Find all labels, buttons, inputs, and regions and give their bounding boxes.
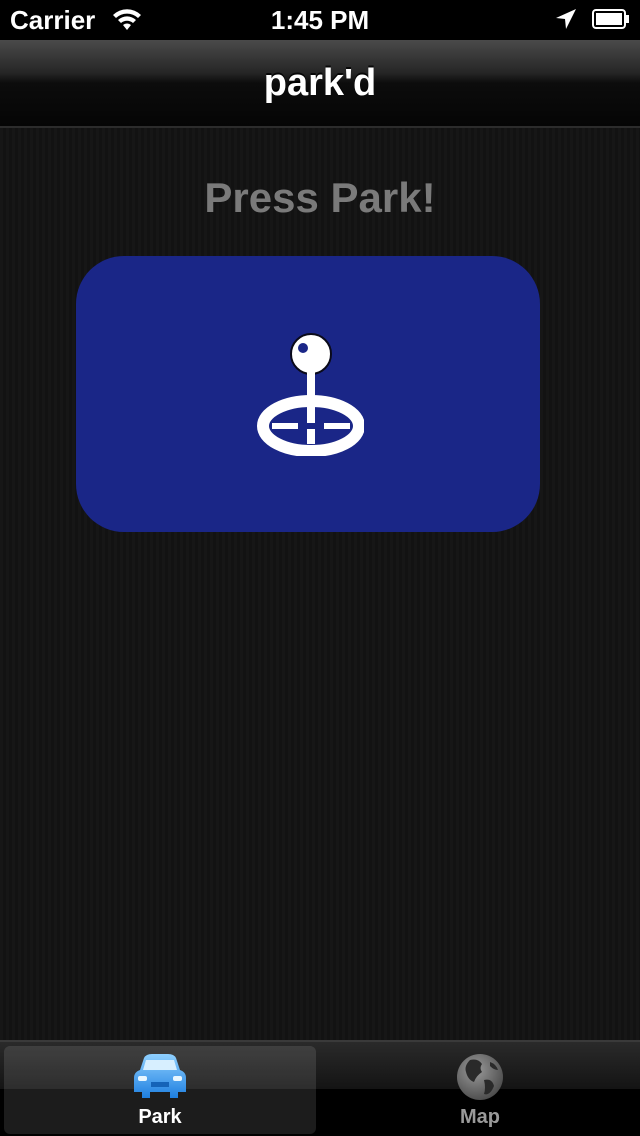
location-arrow-icon <box>556 9 576 29</box>
tab-map-label: Map <box>460 1106 500 1128</box>
nav-title: park'd <box>263 62 377 104</box>
tab-map[interactable]: Map <box>324 1046 636 1134</box>
map-pin-crosshair-icon <box>257 333 364 456</box>
app-screen: Carrier 1:45 PM park'd Press Park! Park … <box>0 0 640 1136</box>
car-icon <box>134 1054 186 1098</box>
park-button[interactable] <box>76 256 540 532</box>
battery-icon <box>592 9 629 29</box>
tab-park[interactable]: Park <box>4 1046 316 1134</box>
globe-icon <box>457 1054 503 1100</box>
navigation-bar: park'd <box>0 40 640 128</box>
tab-bar: Park Map <box>0 1040 640 1136</box>
status-bar: Carrier 1:45 PM <box>0 0 640 40</box>
press-park-prompt: Press Park! <box>204 174 436 221</box>
tab-park-label: Park <box>138 1106 182 1128</box>
status-time: 1:45 PM <box>270 5 370 35</box>
